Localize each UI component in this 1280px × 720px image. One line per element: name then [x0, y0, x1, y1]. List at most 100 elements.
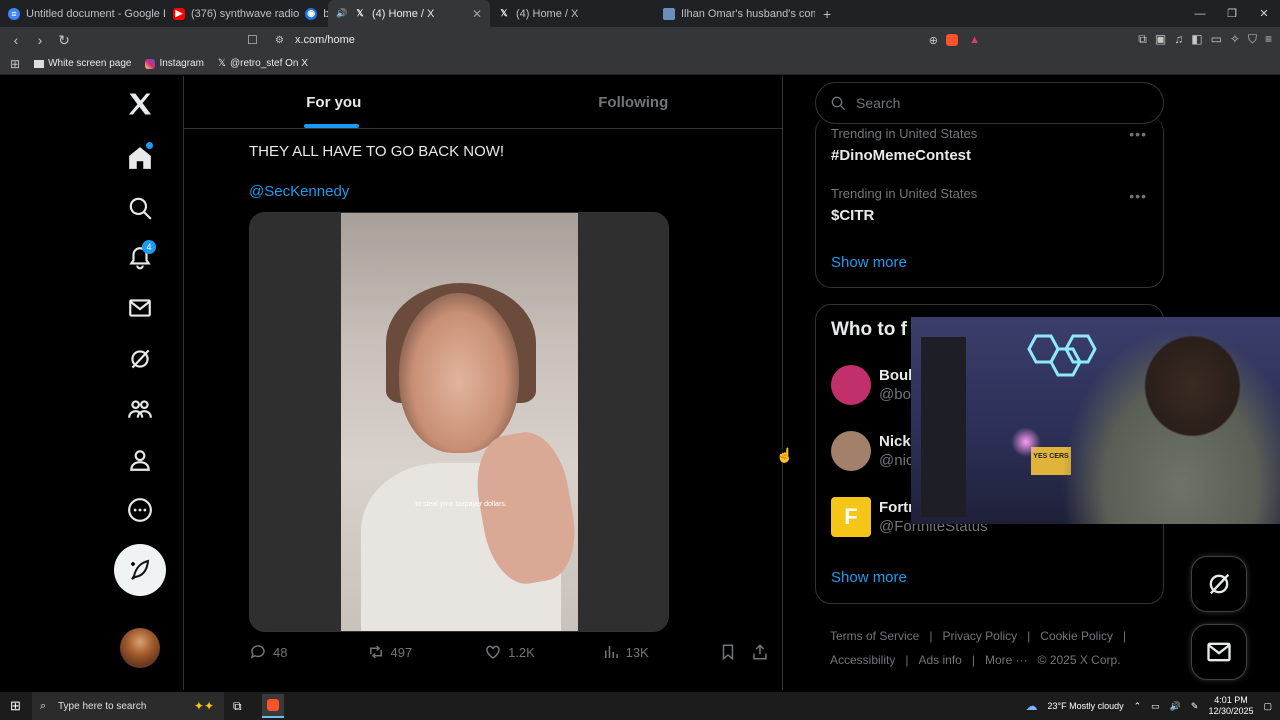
- brave-logo-icon: [267, 699, 279, 711]
- footer-link[interactable]: Privacy Policy: [942, 629, 1017, 643]
- home-icon[interactable]: [120, 138, 160, 178]
- screenshot-icon[interactable]: ▣: [1155, 32, 1166, 47]
- new-tab-button[interactable]: +: [815, 6, 839, 22]
- trend-more-icon[interactable]: •••: [1129, 188, 1147, 204]
- tab-following[interactable]: Following: [484, 76, 784, 128]
- communities-icon[interactable]: [120, 389, 160, 429]
- x-logo-icon[interactable]: [120, 84, 160, 124]
- vpn-icon[interactable]: ⛉: [1248, 32, 1257, 47]
- post-actions: 48 497 1.2K 13K: [249, 641, 769, 663]
- toolbar-icons: ⧉ ▣ ♫ ◧ ▭ ✧ ⛉ ≡: [1138, 32, 1272, 47]
- follow-suggestion[interactable]: Boub @bo: [831, 365, 917, 405]
- footer-link[interactable]: Cookie Policy: [1040, 629, 1113, 643]
- more-icon[interactable]: [120, 490, 160, 530]
- x-icon: 𝕏: [356, 8, 364, 18]
- reload-icon[interactable]: ↻: [54, 30, 74, 50]
- views-button[interactable]: 13K: [602, 643, 720, 661]
- trend-item[interactable]: Trending in United States $CITR: [831, 186, 977, 224]
- footer-sep: |: [971, 653, 975, 667]
- messages-icon[interactable]: [120, 288, 160, 328]
- tab-title: Untitled document - Google Docs: [26, 7, 165, 20]
- tab-google-docs[interactable]: ≡ Untitled document - Google Docs: [0, 0, 165, 27]
- repost-icon: [369, 645, 382, 659]
- media-icon[interactable]: ♫: [1174, 32, 1183, 47]
- trend-item[interactable]: Trending in United States #DinoMemeConte…: [831, 126, 977, 164]
- explore-icon[interactable]: [120, 188, 160, 228]
- tab-home-x[interactable]: 𝕏 (4) Home / X: [490, 0, 655, 27]
- tab-ilhan-omar[interactable]: Ilhan Omar's husband's companies s: [655, 0, 815, 27]
- suggestion-name: Nick: [879, 433, 911, 450]
- reply-button[interactable]: 48: [249, 643, 367, 661]
- x-icon: 𝕏: [500, 8, 508, 18]
- profile-icon[interactable]: [120, 440, 160, 480]
- tab-home-x-active[interactable]: 🔊 𝕏 (4) Home / X ✕: [328, 0, 490, 27]
- post-mention-link[interactable]: @SecKennedy: [249, 183, 349, 200]
- task-view-icon[interactable]: ⧉: [233, 699, 242, 714]
- notifications-badge: 4: [142, 240, 156, 254]
- bookmark-icon[interactable]: [719, 643, 737, 661]
- close-window-button[interactable]: ✕: [1248, 7, 1280, 20]
- apps-grid-icon[interactable]: ⊞: [10, 57, 20, 71]
- avatar: [831, 365, 871, 405]
- pen-icon[interactable]: ✎: [1191, 701, 1199, 712]
- minimize-button[interactable]: —: [1184, 8, 1216, 20]
- rewards-icon[interactable]: ▲: [969, 34, 980, 46]
- compose-post-button[interactable]: [114, 544, 166, 596]
- footer-link[interactable]: Accessibility: [830, 653, 895, 667]
- trend-more-icon[interactable]: •••: [1129, 126, 1147, 142]
- notifications-icon[interactable]: 4: [120, 238, 160, 278]
- grok-icon[interactable]: [120, 339, 160, 379]
- search-placeholder: Search: [856, 95, 901, 111]
- sidebar-icon[interactable]: ◧: [1191, 32, 1202, 47]
- footer-link[interactable]: Terms of Service: [830, 629, 919, 643]
- brave-taskbar-icon[interactable]: [262, 694, 284, 718]
- tab-for-you[interactable]: For you: [184, 76, 484, 128]
- wallet-icon[interactable]: ▭: [1211, 32, 1222, 47]
- bookmark-label: White screen page: [48, 58, 132, 69]
- bookmark-instagram[interactable]: Instagram: [145, 58, 204, 69]
- left-nav: 4: [3, 76, 184, 690]
- account-avatar[interactable]: [120, 628, 160, 668]
- menu-icon[interactable]: ≡: [1265, 32, 1272, 47]
- bookmark-icon[interactable]: ☐: [247, 33, 258, 47]
- forward-icon[interactable]: ›: [30, 30, 50, 50]
- trend-context: Trending in United States: [831, 126, 978, 141]
- tab-synthwave-radio[interactable]: ▶ (376) synthwave radio ◉ beats: [165, 0, 328, 27]
- footer-link[interactable]: Ads info: [918, 653, 961, 667]
- share-icon[interactable]: [751, 643, 769, 661]
- notification-center-icon[interactable]: ▢: [1263, 701, 1272, 712]
- taskbar-search-input[interactable]: ⌕ Type here to search ✦✦: [32, 692, 224, 720]
- video-frame: to steal your taxpayer dollars.: [341, 213, 584, 631]
- trends-show-more-link[interactable]: Show more: [831, 254, 907, 271]
- post-video[interactable]: to steal your taxpayer dollars.: [249, 212, 669, 632]
- site-info-icon[interactable]: ⚙: [275, 35, 284, 46]
- footer-link[interactable]: More ···: [985, 653, 1028, 667]
- who-show-more-link[interactable]: Show more: [831, 569, 907, 586]
- brave-shields-icon[interactable]: [946, 34, 958, 46]
- volume-icon[interactable]: 🔊: [1170, 701, 1181, 712]
- bookmark-white-screen[interactable]: White screen page: [34, 58, 131, 69]
- url-field[interactable]: ☐ ⚙ x.com/home ⊕ ▲: [245, 29, 990, 51]
- extensions-icon[interactable]: ⧉: [1138, 32, 1147, 47]
- like-count: 1.2K: [508, 644, 535, 660]
- leo-icon[interactable]: ✧: [1230, 32, 1240, 47]
- weather-text[interactable]: 23°F Mostly cloudy: [1047, 701, 1123, 711]
- video-subject-face: [399, 293, 519, 453]
- network-icon[interactable]: ▭: [1151, 701, 1160, 712]
- footer-sep: |: [1027, 629, 1031, 643]
- messages-fab-button[interactable]: [1191, 624, 1247, 680]
- restore-button[interactable]: ❐: [1216, 7, 1248, 20]
- webcam-overlay: YES CERS: [911, 317, 1280, 524]
- grok-fab-button[interactable]: [1191, 556, 1247, 612]
- like-button[interactable]: 1.2K: [484, 643, 602, 661]
- zoom-icon[interactable]: ⊕: [929, 34, 938, 47]
- repost-button[interactable]: 497: [367, 643, 485, 661]
- repost-count: 497: [390, 644, 413, 660]
- bookmark-retro-stef[interactable]: 𝕏 @retro_stef On X: [218, 58, 308, 69]
- windows-start-icon[interactable]: ⊞: [10, 698, 21, 714]
- clock[interactable]: 4:01 PM 12/30/2025: [1208, 695, 1253, 717]
- follow-suggestion[interactable]: Nick @nic: [831, 431, 913, 471]
- chevron-up-icon[interactable]: ⌃: [1134, 701, 1142, 712]
- close-icon[interactable]: ✕: [472, 7, 482, 21]
- back-icon[interactable]: ‹: [6, 30, 26, 50]
